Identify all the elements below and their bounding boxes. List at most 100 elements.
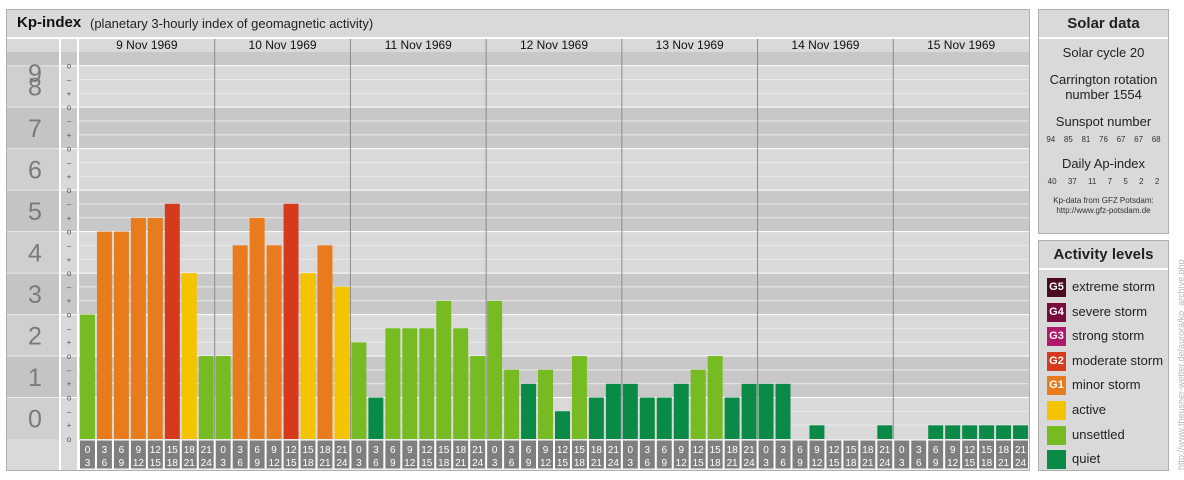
interval-start-label: 9 [814,445,820,456]
interval-start-label: 9 [136,445,142,456]
y-tick-label: 2 [28,322,42,350]
kp-bar [588,397,604,439]
interval-end-label: 6 [645,458,651,469]
kp-bar [334,286,350,439]
interval-end-label: 9 [526,458,532,469]
day-label: 15 Nov 1969 [927,38,995,52]
interval-start-label: 9 [678,445,684,456]
kp-bar [775,383,791,439]
interval-start-label: 15 [845,445,857,456]
interval-end-label: 3 [356,458,362,469]
day-label: 13 Nov 1969 [656,38,724,52]
interval-start-label: 15 [710,445,722,456]
interval-start-label: 21 [879,445,891,456]
kp-data-source-link[interactable]: http://www.gfz-potsdam.de [1039,206,1168,216]
kp-bar [96,231,112,439]
interval-end-label: 24 [472,458,484,469]
kp-bar [215,356,231,439]
y-minor-tick-label: + [67,214,72,223]
kp-data-source-line1: Kp-data from GFZ Potsdam: [1053,196,1154,205]
kp-bar [656,397,672,439]
interval-end-label: 24 [336,458,348,469]
kp-bar [521,383,537,439]
interval-start-label: 6 [797,445,803,456]
sunspot-value: 67 [1134,135,1144,144]
legend-swatch: G1 [1047,376,1066,396]
interval-start-label: 3 [780,445,786,456]
kp-bar [402,328,418,439]
kp-bar [181,273,197,439]
interval-end-label: 24 [201,458,213,469]
interval-end-label: 9 [797,458,803,469]
interval-start-label: 21 [744,445,756,456]
kp-bar [368,397,384,439]
sunspot-value: 68 [1151,135,1161,144]
y-minor-tick-label: o [67,228,72,237]
interval-end-label: 18 [710,458,722,469]
kp-bar [504,369,520,439]
interval-end-label: 9 [254,458,260,469]
interval-start-label: 15 [574,445,586,456]
interval-start-label: 21 [472,445,484,456]
kp-bar [436,300,452,439]
interval-end-label: 3 [899,458,905,469]
kp-band [7,65,1029,108]
y-minor-tick-label: – [67,117,72,126]
legend-label: moderate storm [1072,352,1164,368]
kp-bar [962,425,978,439]
y-minor-tick-label: + [67,380,72,389]
legend-swatch: G4 [1047,302,1066,322]
interval-end-label: 12 [133,458,145,469]
legend-swatch [1047,450,1066,470]
interval-start-label: 12 [964,445,976,456]
kp-band [7,107,1029,149]
kp-bar [385,328,401,439]
y-tick-label: 6 [28,156,42,184]
legend-swatch [1047,425,1066,445]
interval-start-label: 6 [119,445,125,456]
interval-start-label: 18 [319,445,331,456]
sunspot-values: 94 85 81 76 67 67 68 [1039,135,1168,144]
interval-start-label: 9 [271,445,277,456]
interval-start-label: 0 [899,445,905,456]
ap-index-value: 37 [1067,177,1077,186]
interval-end-label: 3 [628,458,634,469]
carrington-rotation-line2: number 1554 [1065,87,1142,102]
interval-start-label: 15 [302,445,314,456]
y-minor-tick-label: – [67,366,72,375]
interval-end-label: 12 [540,458,552,469]
y-tick-label: 5 [28,198,42,226]
y-minor-tick-label: – [67,283,72,292]
interval-start-label: 9 [543,445,549,456]
kp-bar [622,383,638,439]
interval-start-label: 21 [336,445,348,456]
interval-end-label: 6 [780,458,786,469]
interval-start-label: 21 [1015,445,1027,456]
interval-end-label: 24 [879,458,891,469]
interval-end-label: 18 [167,458,179,469]
interval-start-label: 12 [693,445,705,456]
interval-start-label: 6 [933,445,939,456]
day-label: 9 Nov 1969 [116,38,178,52]
day-label: 14 Nov 1969 [791,38,859,52]
legend-label: unsettled [1072,426,1125,442]
y-minor-tick-label: + [67,172,72,181]
interval-start-label: 0 [763,445,769,456]
interval-end-label: 9 [119,458,125,469]
carrington-rotation-line1: Carrington rotation [1049,72,1158,87]
kp-bar-chart: 0123456789o+–o+–o+–o+–o+–o+–o+–o+–o+–o9 … [7,37,1029,470]
interval-end-label: 21 [862,458,874,469]
kp-bar [1013,425,1028,439]
interval-end-label: 15 [285,458,297,469]
kp-data-source: Kp-data from GFZ Potsdam: http://www.gfz… [1039,196,1168,216]
interval-start-label: 21 [201,445,213,456]
ap-index-title: Daily Ap-index [1061,156,1146,171]
kp-bar [470,356,486,439]
kp-bar [198,356,214,439]
interval-start-label: 12 [421,445,433,456]
interval-end-label: 24 [744,458,756,469]
legend-label: extreme storm [1072,279,1156,294]
ap-index-value: 7 [1107,177,1113,186]
source-url[interactable]: http://www.theusner-wetter.de/aurora/kp_… [1176,259,1184,470]
interval-start-label: 3 [102,445,108,456]
